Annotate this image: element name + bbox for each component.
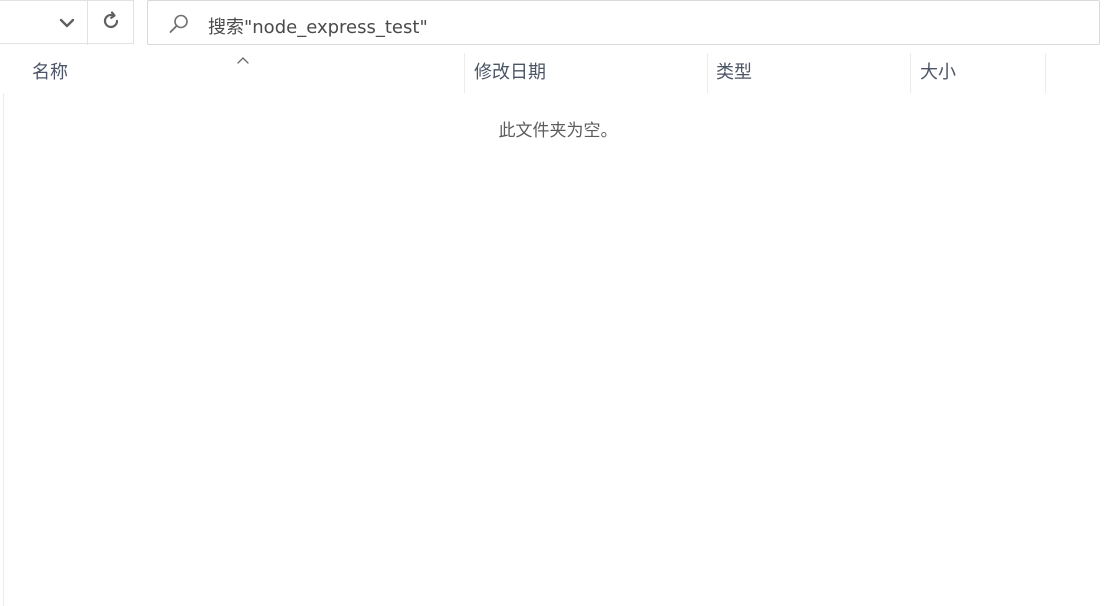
recent-locations-dropdown-button[interactable] xyxy=(0,1,88,45)
column-header-name[interactable]: 名称 xyxy=(4,53,464,93)
column-divider[interactable] xyxy=(1045,53,1046,93)
column-header-size[interactable]: 大小 xyxy=(911,53,1045,93)
empty-folder-message: 此文件夹为空。 xyxy=(498,121,618,141)
refresh-button[interactable] xyxy=(88,1,134,45)
column-header-type[interactable]: 类型 xyxy=(708,53,910,93)
search-text: 搜索"node_express_test" xyxy=(208,17,428,38)
pane-border xyxy=(3,93,4,606)
chevron-down-icon xyxy=(59,14,75,33)
toolbar: 搜索"node_express_test" xyxy=(0,0,1116,46)
search-input[interactable]: 搜索"node_express_test" xyxy=(147,0,1100,45)
column-header-row: 名称 修改日期 类型 大小 xyxy=(4,53,1046,93)
file-explorer-window: 搜索"node_express_test" 名称 修改日期 类型 大小 此文件夹… xyxy=(0,0,1116,606)
refresh-icon xyxy=(100,10,122,36)
search-icon xyxy=(168,13,190,35)
navigation-controls xyxy=(0,0,134,45)
column-header-date-modified[interactable]: 修改日期 xyxy=(465,53,707,93)
